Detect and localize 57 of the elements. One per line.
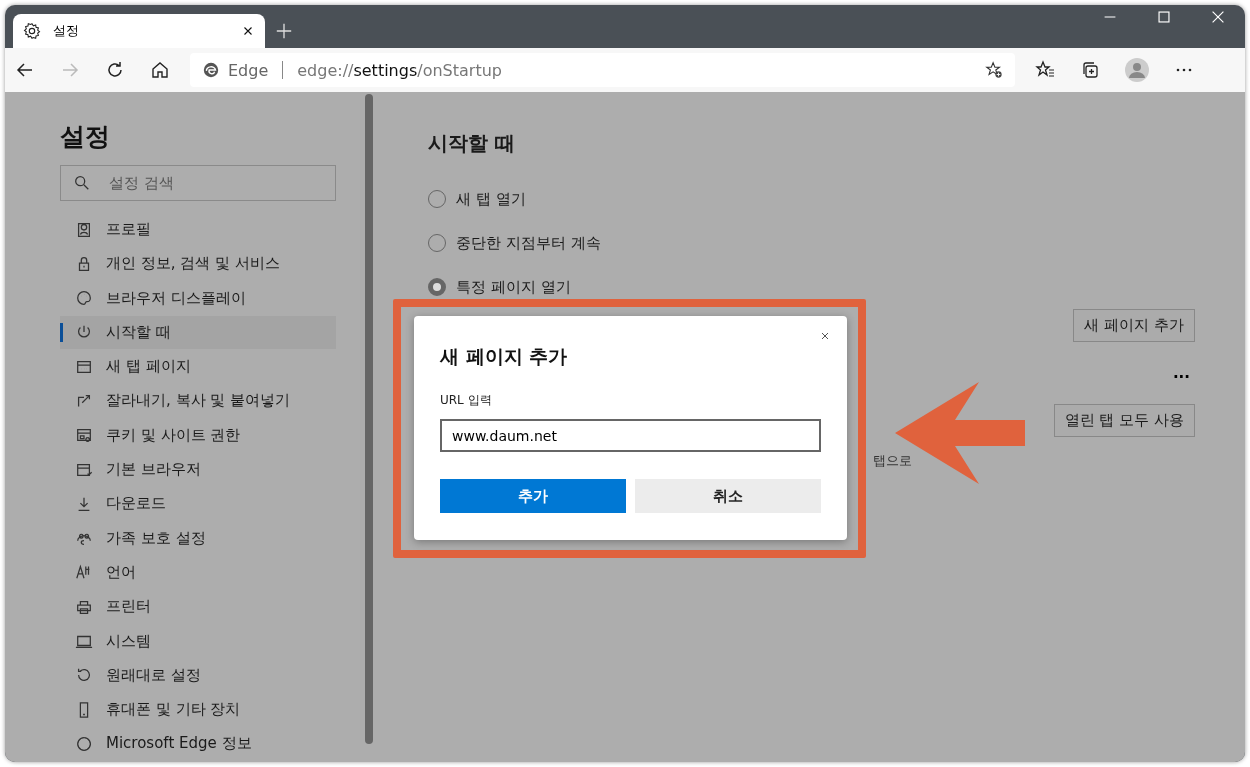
sidebar-item[interactable]: 언어 — [60, 555, 336, 589]
tab-title: 설정 — [53, 22, 80, 40]
sidebar-item[interactable]: 기본 브라우저 — [60, 453, 336, 487]
url-input[interactable]: www.daum.net — [440, 419, 821, 452]
option-label: 중단한 지점부터 계속 — [456, 233, 601, 253]
more-menu[interactable]: ... — [1172, 364, 1190, 382]
use-open-tabs-button[interactable]: 열린 탭 모두 사용 — [1053, 404, 1195, 437]
home-icon[interactable] — [150, 60, 170, 80]
field-label: URL 입력 — [440, 392, 493, 409]
sidebar-item[interactable]: 개인 정보, 검색 및 서비스 — [60, 247, 336, 281]
sidebar-item[interactable]: 브라우저 디스플레이 — [60, 281, 336, 315]
menu-icon — [75, 426, 93, 445]
sidebar-item[interactable]: 잘라내기, 복사 및 붙여넣기 — [60, 384, 336, 418]
sidebar-item[interactable]: Microsoft Edge 정보 — [60, 727, 336, 761]
radio-button[interactable] — [428, 278, 446, 296]
search-icon — [73, 174, 91, 192]
menu-icon — [75, 734, 93, 753]
browser-tab[interactable]: 설정 — [13, 14, 265, 48]
hint-text: 탭으로 — [873, 452, 912, 470]
close-icon[interactable] — [819, 330, 831, 342]
scrollbar-thumb[interactable] — [365, 94, 373, 744]
collections-icon[interactable] — [1080, 60, 1100, 80]
sidebar-item[interactable]: 쿠키 및 사이트 권한 — [60, 418, 336, 452]
favorites-icon[interactable] — [1035, 60, 1055, 80]
sidebar-item[interactable]: 새 탭 페이지 — [60, 350, 336, 384]
new-tab-icon[interactable] — [275, 22, 293, 40]
sidebar-item[interactable]: 원래대로 설정 — [60, 658, 336, 692]
option-label: 특정 페이지 열기 — [456, 277, 571, 297]
settings-title: 설정 — [60, 121, 111, 153]
add-favorite-icon[interactable] — [985, 61, 1003, 79]
browser-logo-icon — [202, 61, 220, 79]
sidebar-item[interactable]: 가족 보호 설정 — [60, 521, 336, 555]
sidebar-item[interactable]: 시작할 때 — [60, 315, 336, 349]
add-page-button[interactable]: 새 페이지 추가 — [1073, 309, 1195, 342]
section-title: 시작할 때 — [428, 130, 516, 157]
radio-option[interactable]: 특정 페이지 열기 — [428, 275, 571, 299]
add-button[interactable]: 추가 — [440, 479, 626, 513]
sidebar-item[interactable]: 다운로드 — [60, 487, 336, 521]
radio-option[interactable]: 새 탭 열기 — [428, 187, 526, 211]
sidebar-item[interactable]: 휴대폰 및 기타 장치 — [60, 693, 336, 727]
sidebar-item[interactable]: 프린터 — [60, 590, 336, 624]
profile-avatar-icon[interactable] — [1125, 58, 1149, 82]
address-bar[interactable]: Edge edge://settings/onStartup — [190, 53, 1015, 87]
menu-icon — [75, 220, 93, 239]
sidebar-item[interactable]: 프로필 — [60, 213, 336, 246]
maximize-icon[interactable] — [1155, 8, 1173, 26]
browser-brand: Edge — [228, 60, 269, 80]
menu-icon — [75, 289, 93, 308]
cancel-button[interactable]: 취소 — [635, 479, 821, 513]
search-field[interactable]: 설정 검색 — [60, 165, 336, 201]
sidebar-item[interactable]: 시스템 — [60, 624, 336, 658]
settings-icon — [23, 22, 41, 40]
url-text: edge://settings/onStartup — [297, 60, 502, 80]
radio-option[interactable]: 중단한 지점부터 계속 — [428, 231, 601, 255]
dialog-title: 새 페이지 추가 — [440, 344, 569, 369]
refresh-icon[interactable] — [105, 60, 125, 80]
option-label: 새 탭 열기 — [456, 189, 526, 209]
